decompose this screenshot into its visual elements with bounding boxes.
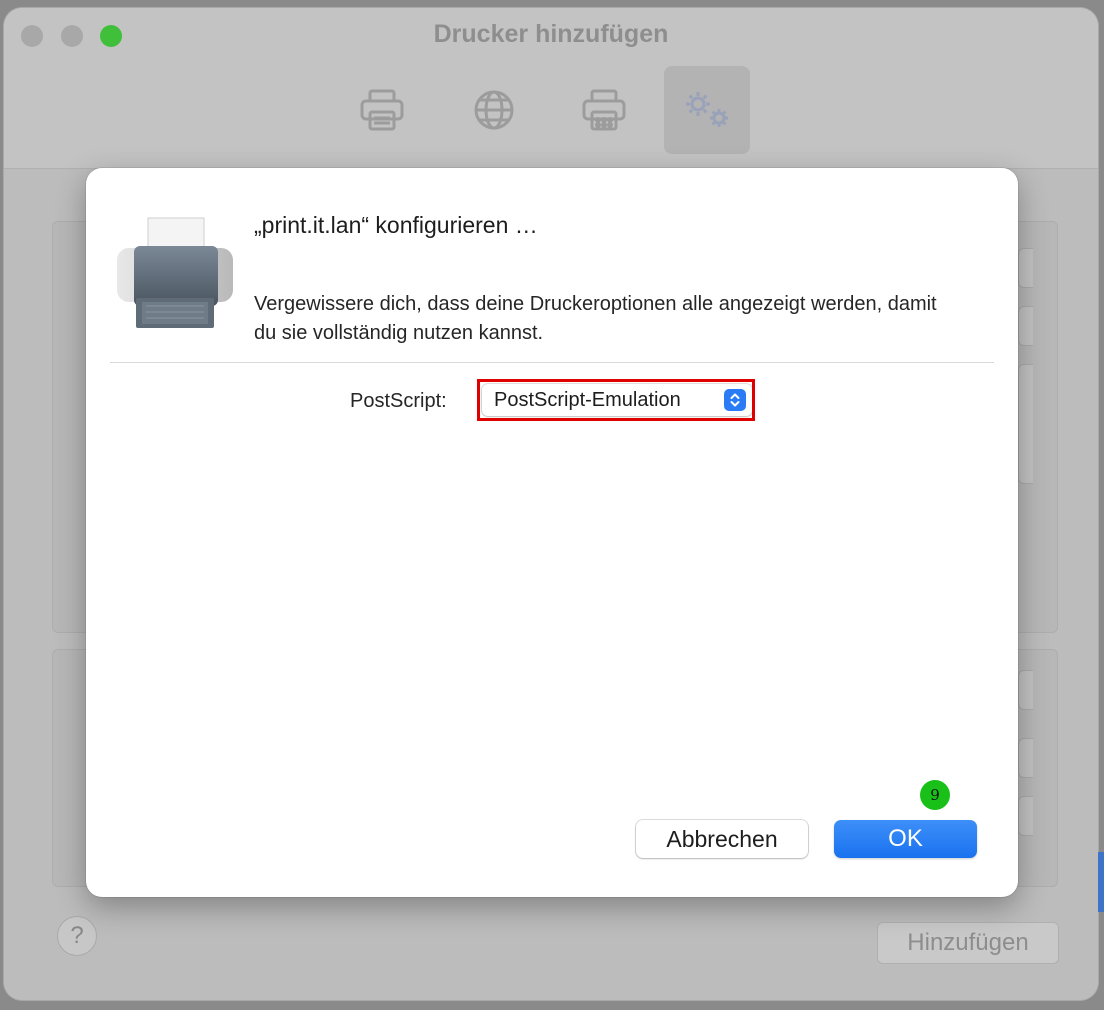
- background-control-edge: [1018, 248, 1033, 288]
- configure-printer-sheet: „print.it.lan“ konfigurieren … Vergewiss…: [86, 168, 1018, 897]
- background-control-edge: [1018, 306, 1033, 346]
- background-control-edge: [1018, 670, 1033, 710]
- background-window-edge: [1098, 852, 1104, 912]
- background-control-edge: [1018, 364, 1033, 484]
- divider: [110, 362, 994, 363]
- dialog-description: Vergewissere dich, dass deine Druckeropt…: [254, 293, 937, 344]
- printer-icon: [360, 89, 404, 131]
- fax-printer-icon: [582, 89, 626, 131]
- dialog-title: „print.it.lan“ konfigurieren …: [254, 212, 538, 238]
- window-titlebar: Drucker hinzufügen: [4, 8, 1098, 169]
- toolbar-windows-printer[interactable]: [561, 66, 647, 154]
- background-control-edge: [1018, 738, 1033, 778]
- window-title: Drucker hinzufügen: [433, 20, 669, 48]
- gears-icon: [686, 92, 728, 127]
- add-button[interactable]: Hinzufügen: [877, 922, 1059, 964]
- step-badge: 9: [920, 780, 950, 810]
- highlight-box: [477, 379, 755, 421]
- printer-icon: [117, 217, 233, 328]
- toolbar-advanced[interactable]: [664, 66, 750, 154]
- ok-button[interactable]: OK: [834, 820, 977, 858]
- background-control-edge: [1018, 796, 1033, 836]
- toolbar-default-printer[interactable]: [339, 66, 425, 154]
- help-button[interactable]: ?: [57, 916, 97, 956]
- postscript-label: PostScript:: [350, 390, 447, 412]
- toolbar-ip-printer[interactable]: [451, 66, 537, 154]
- cancel-button[interactable]: Abbrechen: [636, 820, 808, 858]
- globe-icon: [474, 90, 514, 130]
